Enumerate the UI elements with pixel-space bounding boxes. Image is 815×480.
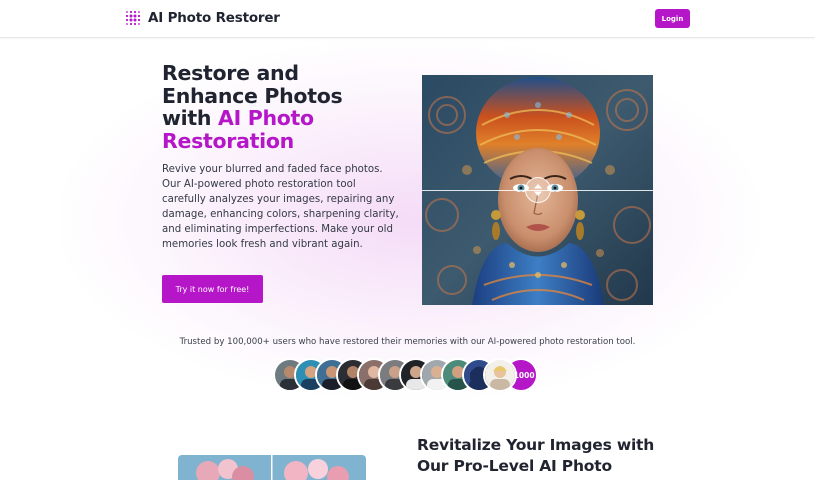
top-navbar: AI Photo Restorer Login bbox=[0, 0, 815, 38]
brand-logo[interactable]: AI Photo Restorer bbox=[124, 9, 280, 27]
hero-title-line1: Restore and bbox=[162, 61, 299, 85]
section-title: Revitalize Your Images with Our Pro-Leve… bbox=[417, 435, 677, 477]
section-title-line1: Revitalize Your Images with bbox=[417, 436, 655, 454]
hero-title-accent-line4: Restoration bbox=[162, 128, 294, 153]
trust-statement: Trusted by 100,000+ users who have resto… bbox=[179, 337, 636, 347]
user-avatar-group: +1000 bbox=[273, 358, 538, 392]
login-button[interactable]: Login bbox=[655, 9, 690, 28]
hero-title-line2: Enhance Photos bbox=[162, 83, 343, 108]
avatar bbox=[483, 358, 517, 392]
hero-title: Restore and Enhance Photos with AI Photo… bbox=[162, 62, 412, 152]
comparison-slider-handle[interactable] bbox=[525, 177, 551, 203]
brand-name: AI Photo Restorer bbox=[148, 10, 280, 26]
before-after-comparison-image[interactable] bbox=[422, 75, 653, 305]
dotted-grid-icon bbox=[125, 10, 141, 26]
before-after-preview-image bbox=[178, 455, 366, 480]
section-title-line2: Our Pro-Level AI Photo bbox=[417, 457, 612, 475]
up-down-arrows-icon bbox=[534, 184, 542, 196]
hero-title-line3-prefix: with bbox=[162, 106, 218, 130]
try-free-button[interactable]: Try it now for free! bbox=[162, 275, 263, 303]
hero-title-accent-line3: AI Photo bbox=[218, 106, 314, 130]
hero-description: Revive your blurred and faded face photo… bbox=[162, 164, 399, 250]
